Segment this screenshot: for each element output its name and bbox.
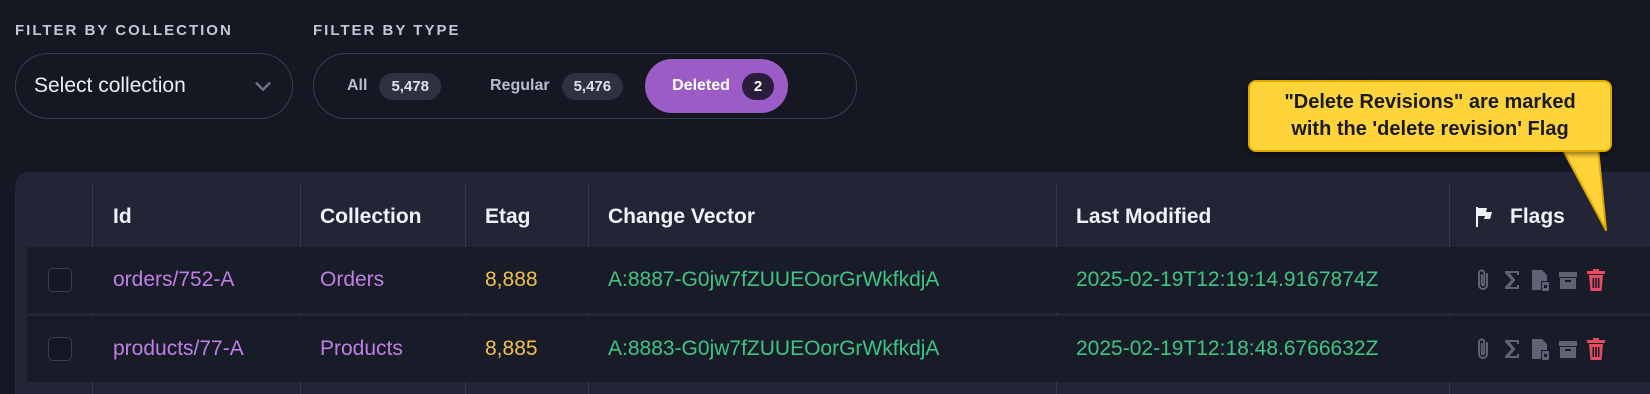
revision-id-link[interactable]: products/77-A [113, 316, 244, 382]
type-count-badge: 5,476 [561, 72, 624, 100]
attachment-icon [1478, 338, 1488, 359]
callout-line-2: with the 'delete revision' Flag [1291, 118, 1569, 140]
row-flags [1474, 268, 1606, 292]
trash-icon [1587, 269, 1605, 291]
etag-value: 8,888 [485, 268, 538, 291]
collection-link[interactable]: Products [320, 316, 403, 382]
sigma-icon [1505, 271, 1519, 289]
document-icon [1532, 270, 1549, 291]
last-modified-value: 2025-02-19T12:18:48.6766632Z [1076, 337, 1379, 360]
change-vector-value: A:8887-G0jw7fZUUEOorGrWkfkdjA [608, 268, 940, 291]
type-filter-all[interactable]: All 5,478 [320, 59, 455, 113]
flags-header-label: Flags [1510, 205, 1565, 228]
revision-id-link[interactable]: orders/752-A [113, 247, 234, 313]
trash-icon [1587, 338, 1605, 360]
column-header-flags[interactable]: Flags [1472, 187, 1565, 247]
flag-icon [1476, 207, 1492, 227]
filter-type-label: FILTER BY TYPE [313, 22, 461, 39]
type-label: Regular [490, 77, 550, 94]
type-filter-deleted[interactable]: Deleted 2 [645, 59, 789, 113]
collection-select-value: Select collection [34, 74, 186, 97]
change-vector-value: A:8883-G0jw7fZUUEOorGrWkfkdjA [608, 337, 940, 360]
type-filter-regular[interactable]: Regular 5,476 [463, 59, 637, 113]
callout-pointer [1561, 148, 1607, 231]
archive-icon [1559, 341, 1577, 358]
last-modified-value: 2025-02-19T12:19:14.9167874Z [1076, 268, 1379, 291]
collection-link[interactable]: Orders [320, 247, 384, 313]
row-flags [1474, 337, 1606, 361]
attachment-icon [1478, 269, 1488, 290]
column-header-etag[interactable]: Etag [485, 187, 531, 247]
type-label: All [347, 77, 368, 94]
column-header-change-vector[interactable]: Change Vector [608, 187, 755, 247]
collection-select[interactable]: Select collection [15, 53, 293, 119]
type-count-badge: 2 [741, 72, 775, 100]
column-header-id[interactable]: Id [113, 187, 132, 247]
chevron-down-icon [255, 82, 271, 91]
type-label: Deleted [672, 77, 730, 94]
filter-collection-label: FILTER BY COLLECTION [15, 22, 233, 39]
column-header-collection[interactable]: Collection [320, 187, 422, 247]
sigma-icon [1505, 340, 1519, 358]
type-filter-group: All 5,478 Regular 5,476 Deleted 2 [313, 53, 857, 119]
document-icon [1532, 339, 1549, 360]
annotation-callout: "Delete Revisions" are marked with the '… [1248, 80, 1612, 152]
callout-line-1: "Delete Revisions" are marked [1284, 91, 1576, 113]
column-header-last-modified[interactable]: Last Modified [1076, 187, 1211, 247]
type-count-badge: 5,478 [379, 72, 441, 100]
row-checkbox[interactable] [48, 268, 72, 292]
archive-icon [1559, 272, 1577, 289]
etag-value: 8,885 [485, 337, 538, 360]
row-checkbox[interactable] [48, 337, 72, 361]
